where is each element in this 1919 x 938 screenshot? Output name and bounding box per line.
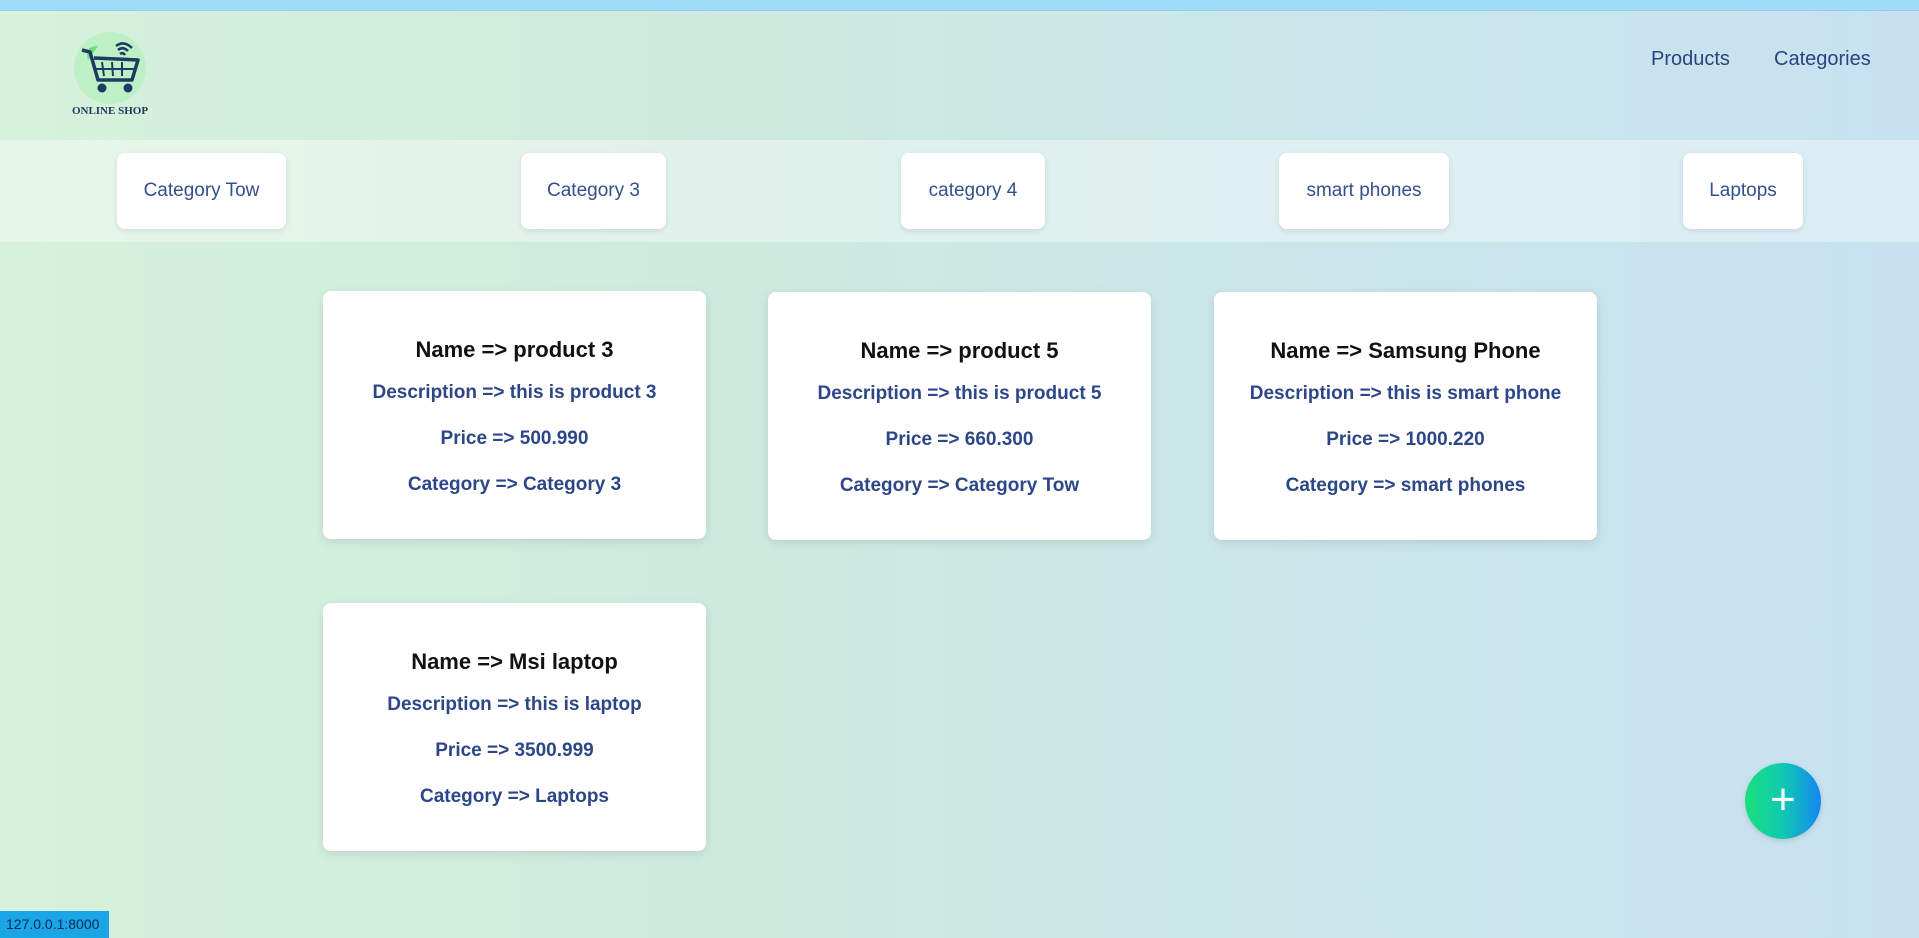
product-category: Category => Category Tow xyxy=(839,475,1080,496)
product-name: Name => product 3 xyxy=(415,337,614,362)
category-pill[interactable]: smart phones xyxy=(1279,153,1449,229)
product-description: Description => this is laptop xyxy=(387,694,642,715)
online-shop-logo[interactable]: ONLINE SHOP xyxy=(66,30,156,120)
category-pill[interactable]: Category Tow xyxy=(117,153,286,229)
product-description: Description => this is product 3 xyxy=(372,382,657,403)
category-bar: Category Tow Category 3 category 4 smart… xyxy=(0,140,1919,242)
product-card[interactable]: Name => Msi laptop Description => this i… xyxy=(323,603,706,851)
plus-icon: + xyxy=(1770,775,1796,824)
svg-text:ONLINE SHOP: ONLINE SHOP xyxy=(72,105,148,117)
category-pill[interactable]: Laptops xyxy=(1683,153,1803,229)
product-name: Name => Msi laptop xyxy=(411,649,618,674)
product-card[interactable]: Name => Samsung Phone Description => thi… xyxy=(1214,292,1597,540)
product-price: Price => 500.990 xyxy=(440,428,589,449)
product-name: Name => Samsung Phone xyxy=(1270,338,1541,363)
product-name: Name => product 5 xyxy=(860,338,1059,363)
nav-products-link[interactable]: Products xyxy=(1651,48,1730,71)
product-card[interactable]: Name => product 5 Description => this is… xyxy=(768,292,1151,540)
product-category: Category => Category 3 xyxy=(407,474,622,495)
product-description: Description => this is product 5 xyxy=(817,383,1102,404)
product-category: Category => smart phones xyxy=(1285,475,1526,496)
add-product-button[interactable]: + xyxy=(1745,763,1821,839)
category-pill[interactable]: Category 3 xyxy=(521,153,666,229)
product-category: Category => Laptops xyxy=(420,786,609,807)
product-card[interactable]: Name => product 3 Description => this is… xyxy=(323,291,706,539)
product-price: Price => 1000.220 xyxy=(1326,429,1485,450)
status-bar-url: 127.0.0.1:8000 xyxy=(0,911,110,938)
product-price: Price => 660.300 xyxy=(885,429,1034,450)
site-header: ONLINE SHOP Products Categories xyxy=(0,10,1919,140)
product-description: Description => this is smart phone xyxy=(1249,383,1562,404)
product-price: Price => 3500.999 xyxy=(435,740,594,761)
nav-categories-link[interactable]: Categories xyxy=(1774,48,1871,71)
category-pill[interactable]: category 4 xyxy=(901,153,1045,229)
